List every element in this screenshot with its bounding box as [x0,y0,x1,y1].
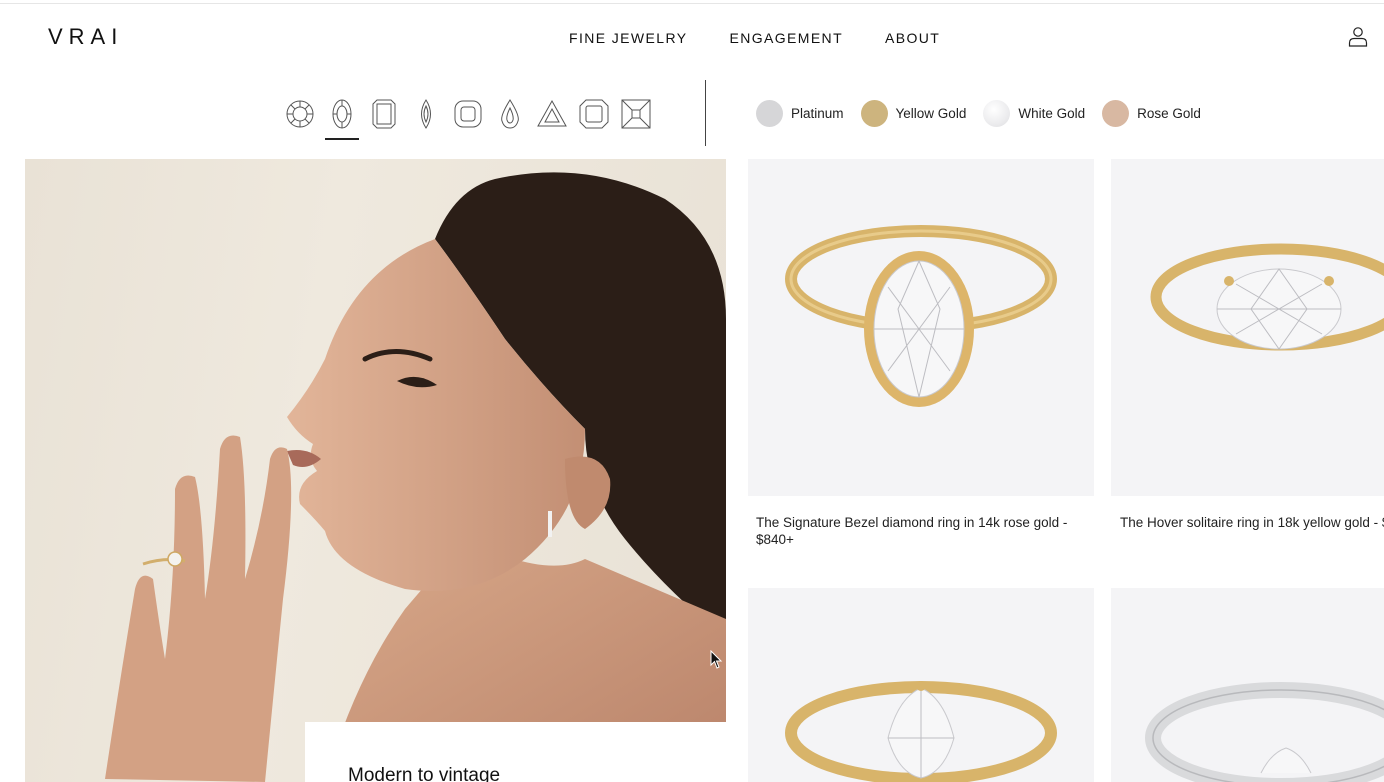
nav-engagement[interactable]: ENGAGEMENT [729,30,843,46]
product-card-2[interactable] [1111,159,1384,496]
shape-filter [284,98,652,140]
product-image-platinum-ring [1145,682,1384,782]
metal-label: Rose Gold [1137,106,1201,121]
nav-fine-jewelry[interactable]: FINE JEWELRY [569,30,687,46]
brand-logo[interactable]: VRAI [48,24,123,50]
account-icon[interactable] [1346,24,1370,48]
product-card-3[interactable] [748,588,1094,782]
radiant-shape-icon[interactable] [578,98,610,140]
metal-yellow-gold[interactable]: Yellow Gold [860,100,967,127]
platinum-swatch [756,100,783,127]
filter-divider [705,80,706,146]
product-image-bezel-ring [785,225,1057,407]
round-shape-icon[interactable] [284,98,316,140]
emerald-shape-icon[interactable] [368,98,400,140]
product-title-2[interactable]: The Hover solitaire ring in 18k yellow g… [1120,514,1384,531]
hero-image [25,159,726,782]
oval-shape-icon[interactable] [325,98,359,140]
metal-label: Platinum [791,106,844,121]
product-title-1[interactable]: The Signature Bezel diamond ring in 14k … [756,514,1076,548]
nav-about[interactable]: ABOUT [885,30,940,46]
yellow-gold-swatch [860,100,888,127]
marquise-shape-icon[interactable] [410,98,442,140]
mouse-cursor-icon [710,649,724,675]
product-image-solitaire-ring [785,681,1057,782]
metal-white-gold[interactable]: White Gold [983,100,1085,127]
product-image-hover-ring [1150,243,1384,351]
metal-label: Yellow Gold [895,106,967,121]
metal-rose-gold[interactable]: Rose Gold [1102,100,1201,127]
metal-label: White Gold [1018,106,1086,121]
metal-filter: Platinum Yellow Gold White Gold Rose Gol… [756,100,1201,127]
product-card-1[interactable] [748,159,1094,496]
hero-caption: Modern to vintage [348,765,501,782]
metal-platinum[interactable]: Platinum [756,100,844,127]
main-nav: FINE JEWELRY ENGAGEMENT ABOUT [569,30,940,46]
princess-shape-icon[interactable] [620,98,652,140]
top-border [0,0,1384,4]
product-card-4[interactable] [1111,588,1384,782]
pear-shape-icon[interactable] [494,98,526,140]
cushion-shape-icon[interactable] [452,98,484,140]
rose-gold-swatch [1102,100,1130,127]
white-gold-swatch [983,100,1011,127]
trillion-shape-icon[interactable] [536,98,568,140]
